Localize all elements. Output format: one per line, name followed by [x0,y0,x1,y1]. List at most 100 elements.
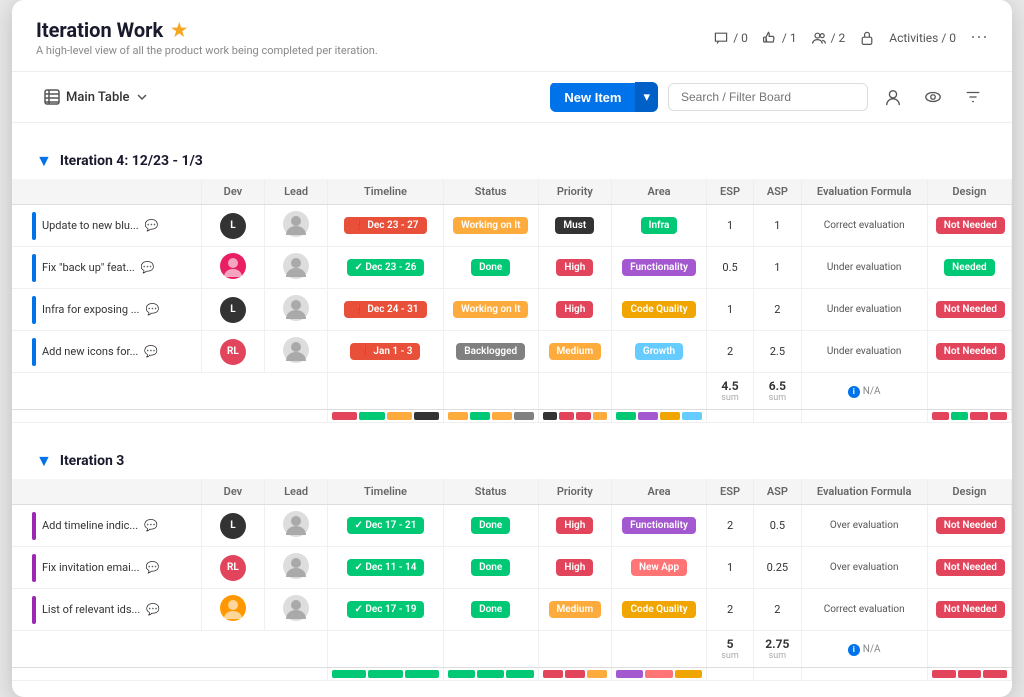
sum-row: 4.5 sum 6.5 sum i N/A [12,373,1012,410]
app-container: Iteration Work ★ A high-level view of al… [12,0,1012,697]
col-header-lead-3: Lead [265,479,328,505]
lead-cell [265,247,328,289]
main-table-button[interactable]: Main Table [36,85,156,109]
timeline-badge: ✓ Dec 17 - 19 [347,601,425,618]
toolbar: Main Table New Item ▾ [12,72,1012,123]
chevron-down-icon [136,91,148,103]
search-input[interactable] [668,83,868,111]
activities-action[interactable]: Activities / 0 [889,31,956,45]
priority-badge: High [556,559,593,576]
area-badge: Functionality [622,259,696,276]
iteration-3-header-row: Dev Lead Timeline Status Priority Area E… [12,479,1012,505]
iteration-4-expand-icon[interactable]: ▼ [36,151,52,171]
asp-sum-label: sum [762,651,792,661]
design-badge: Not Needed [936,601,1005,618]
na-text: N/A [863,386,881,397]
area-badge: Infra [641,217,678,234]
design-badge: Not Needed [936,217,1005,234]
area-cell: Code Quality [612,589,707,631]
comment-icon[interactable]: 💬 [141,261,155,274]
star-icon[interactable]: ★ [171,20,187,41]
lock-action[interactable] [859,30,875,46]
design-badge: Not Needed [936,559,1005,576]
table-row: Add new icons for... 💬 RL ❗ Jan 1 - 3 Ba… [12,331,1012,373]
asp-cell: 1 [754,247,801,289]
people-action[interactable]: / 2 [811,30,846,46]
task-cell: Add timeline indic... 💬 [12,505,201,547]
col-header-eval-3: Evaluation Formula [801,479,927,505]
color-status [443,410,538,423]
sum-esp: 4.5 sum [706,373,753,410]
iteration-3-table: Dev Lead Timeline Status Priority Area E… [12,479,1012,681]
more-options-icon[interactable]: ⋯ [970,27,988,48]
comment-icon[interactable]: 💬 [145,561,159,574]
color-area [612,410,707,423]
col-header-asp: ASP [754,179,801,205]
color-priority [538,410,612,423]
timeline-cell: ❗ Jan 1 - 3 [328,331,444,373]
new-item-button[interactable]: New Item ▾ [550,82,658,112]
new-item-main-button[interactable]: New Item [550,83,635,112]
comment-icon[interactable]: 💬 [145,303,159,316]
timeline-badge: ✓ Dec 11 - 14 [347,559,425,576]
color-timeline [328,410,444,423]
dev-cell: RL [201,547,264,589]
main-table-label: Main Table [66,90,130,105]
iteration-3-expand-icon[interactable]: ▼ [36,451,52,471]
iteration-3-section: ▼ Iteration 3 Dev Lead [12,443,1012,681]
col-header-esp-3: ESP [706,479,753,505]
eval-cell: Over evaluation [801,505,927,547]
lead-avatar [283,253,309,279]
area-badge: Functionality [622,517,696,534]
design-cell: Not Needed [927,205,1011,247]
thumb-action[interactable]: / 1 [762,30,797,46]
sum-eval: i N/A [801,373,927,410]
dev-cell: RL [201,331,264,373]
asp-cell: 0.5 [754,505,801,547]
col-header-priority: Priority [538,179,612,205]
area-cell: Infra [612,205,707,247]
asp-sum-value: 2.75 [765,637,789,651]
lead-cell [265,289,328,331]
design-badge: Not Needed [936,517,1005,534]
priority-cell: High [538,547,612,589]
eval-cell: Under evaluation [801,289,927,331]
col-header-esp: ESP [706,179,753,205]
timeline-badge: ✓ Dec 23 - 26 [347,259,425,276]
comment-icon[interactable]: 💬 [144,345,158,358]
col-header-timeline-3: Timeline [328,479,444,505]
info-icon: i [848,386,860,398]
timeline-cell: ❗ Dec 24 - 31 [328,289,444,331]
esp-cell: 2 [706,505,753,547]
priority-badge: High [556,301,593,318]
task-cell: Add new icons for... 💬 [12,331,201,373]
esp-cell: 1 [706,205,753,247]
color-priority [538,668,612,681]
area-cell: Code Quality [612,289,707,331]
priority-badge: Medium [549,601,602,618]
sum-row: 5 sum 2.75 sum i N/A [12,631,1012,668]
col-header-dev: Dev [201,179,264,205]
lead-cell [265,589,328,631]
sum-design [927,631,1011,668]
dev-avatar: L [220,297,246,323]
comment-icon[interactable]: 💬 [144,519,158,532]
chat-action[interactable]: / 0 [713,30,748,46]
esp-cell: 2 [706,331,753,373]
sum-priority [538,373,612,410]
priority-cell: Medium [538,331,612,373]
color-bar-row [12,668,1012,681]
task-cell: Infra for exposing ... 💬 [12,289,201,331]
dev-avatar: L [220,213,246,239]
design-badge: Not Needed [936,301,1005,318]
comment-icon[interactable]: 💬 [145,219,159,232]
new-item-dropdown-button[interactable]: ▾ [635,82,658,112]
filter-icon [964,88,982,106]
user-icon-button[interactable] [878,82,908,112]
eye-icon-button[interactable] [918,82,948,112]
comment-icon[interactable]: 💬 [146,603,160,616]
asp-sum-value: 6.5 [769,379,786,393]
dev-cell: L [201,505,264,547]
filter-icon-button[interactable] [958,82,988,112]
design-cell: Not Needed [927,331,1011,373]
